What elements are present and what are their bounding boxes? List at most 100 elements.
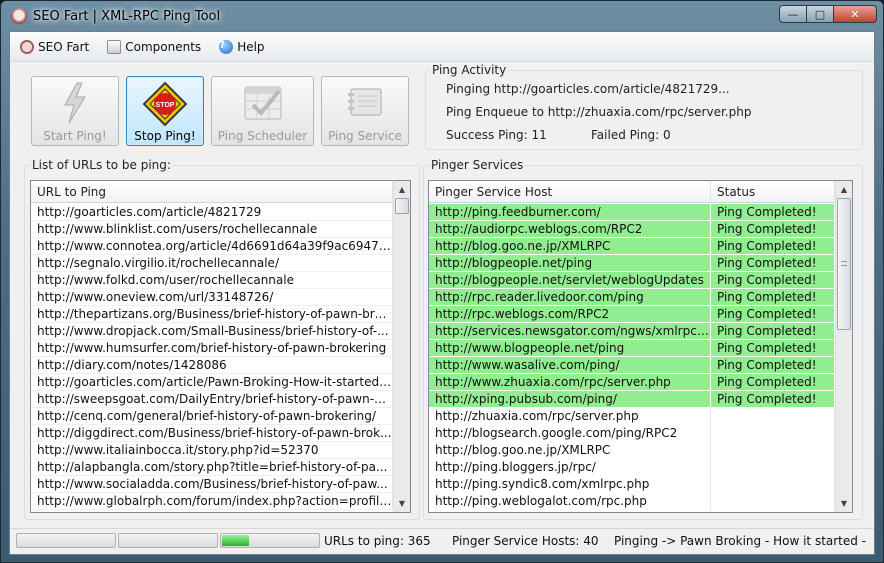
- column-status[interactable]: Status: [711, 181, 835, 202]
- service-row[interactable]: http://audiorpc.weblogs.com/RPC2 Ping Com…: [429, 221, 835, 238]
- service-row[interactable]: http://rpc.reader.livedoor.com/ping Ping …: [429, 289, 835, 306]
- scroll-up-arrow[interactable]: ▲: [836, 181, 852, 198]
- service-status-cell: Ping Completed!: [711, 357, 835, 374]
- service-status-cell: Ping Completed!: [711, 391, 835, 408]
- ping-scheduler-button[interactable]: Ping Scheduler: [211, 76, 314, 146]
- service-host-cell: http://ping.syndic8.com/xmlrpc.php: [429, 476, 711, 493]
- column-url-to-ping[interactable]: URL to Ping: [31, 181, 393, 202]
- close-button[interactable]: ✕: [833, 5, 877, 23]
- service-status-cell: [711, 476, 835, 493]
- url-row[interactable]: http://thepartizans.org/Business/brief-h…: [31, 306, 393, 323]
- url-list[interactable]: URL to Ping http://goarticles.com/articl…: [30, 180, 411, 513]
- service-row[interactable]: http://blogsearch.google.com/ping/RPC2: [429, 425, 835, 442]
- service-row[interactable]: http://www.blogpeople.net/ping Ping Compl…: [429, 340, 835, 357]
- pinger-service-list[interactable]: Pinger Service Host Status http://ping.f…: [428, 180, 853, 513]
- start-ping-button[interactable]: Start Ping!: [31, 76, 119, 146]
- url-cell: http://diary.com/notes/1428086: [31, 357, 393, 374]
- url-row[interactable]: http://diggdirect.com/Business/brief-his…: [31, 425, 393, 442]
- url-row[interactable]: http://segnalo.virgilio.it/rochellecanna…: [31, 255, 393, 272]
- url-row[interactable]: http://www.socialadda.com/Business/brief…: [31, 476, 393, 493]
- notebook-icon: [348, 88, 382, 116]
- stop-sign-icon: STOP: [142, 81, 188, 127]
- service-row[interactable]: http://zhuaxia.com/rpc/server.php: [429, 408, 835, 425]
- service-status-cell: Ping Completed!: [711, 221, 835, 238]
- service-list-header: Pinger Service Host Status: [429, 181, 835, 203]
- lightning-icon: [64, 82, 86, 124]
- scroll-down-arrow[interactable]: ▼: [394, 495, 410, 512]
- service-list-scrollbar[interactable]: ▲ ▼: [835, 181, 852, 512]
- pinger-hosts-count: Pinger Service Hosts: 40: [452, 534, 599, 548]
- url-row[interactable]: http://www.italiainbocca.it/story.php?id…: [31, 442, 393, 459]
- url-row[interactable]: http://www.globalrph.com/forum/index.php…: [31, 493, 393, 510]
- service-status-cell: [711, 442, 835, 459]
- stop-ping-button[interactable]: STOP Stop Ping!: [126, 76, 204, 146]
- url-row[interactable]: http://www.humsurfer.com/brief-history-o…: [31, 340, 393, 357]
- minimize-button[interactable]: —: [779, 5, 807, 23]
- window-title: SEO Fart | XML-RPC Ping Tool: [33, 8, 221, 24]
- service-host-cell: http://rpc.weblogs.com/RPC2: [429, 306, 711, 323]
- service-row[interactable]: http://ping.feedburner.com/Ping Complete…: [429, 204, 835, 221]
- url-row[interactable]: http://cenq.com/general/brief-history-of…: [31, 408, 393, 425]
- service-status-cell: Ping Completed!: [711, 340, 835, 357]
- service-host-cell: http://xping.pubsub.com/ping/: [429, 391, 711, 408]
- enqueue-text: Ping Enqueue to http://zhuaxia.com/rpc/s…: [446, 105, 752, 119]
- service-host-cell: http://rpc.reader.livedoor.com/ping: [429, 289, 711, 306]
- url-row[interactable]: http://alapbangla.com/story.php?title=br…: [31, 459, 393, 476]
- scroll-thumb[interactable]: [837, 198, 851, 330]
- column-service-host[interactable]: Pinger Service Host: [429, 181, 711, 202]
- url-row[interactable]: http://www.folkd.com/user/rochellecannal…: [31, 272, 393, 289]
- ping-service-button[interactable]: Ping Service: [321, 76, 409, 146]
- start-ping-label: Start Ping!: [43, 129, 107, 143]
- scroll-thumb[interactable]: [395, 198, 409, 214]
- service-row[interactable]: http://ping.weblogalot.com/rpc.php: [429, 493, 835, 510]
- service-row[interactable]: http://services.newsgator.com/ngws/xmlrp…: [429, 323, 835, 340]
- ping-activity-title: Ping Activity: [430, 63, 509, 77]
- url-cell: http://sweepsgoat.com/DailyEntry/brief-h…: [31, 391, 393, 408]
- url-cell: http://alapbangla.com/story.php?title=br…: [31, 459, 393, 476]
- url-row[interactable]: http://www.oneview.com/url/33148726/: [31, 289, 393, 306]
- url-list-body: http://goarticles.com/article/4821729 htt…: [31, 204, 393, 510]
- menu-components[interactable]: Components: [107, 39, 201, 54]
- menu-help[interactable]: ? Help: [219, 39, 265, 54]
- service-status-cell: Ping Completed!: [711, 272, 835, 289]
- url-row[interactable]: http://sweepsgoat.com/DailyEntry/brief-h…: [31, 391, 393, 408]
- service-host-cell: http://www.zhuaxia.com/rpc/server.php: [429, 374, 711, 391]
- service-host-cell: http://blogpeople.net/servlet/weblogUpda…: [429, 272, 711, 289]
- service-row[interactable]: http://www.zhuaxia.com/rpc/server.php Pin…: [429, 374, 835, 391]
- service-row[interactable]: http://blog.goo.ne.jp/XMLRPC Ping Complet…: [429, 238, 835, 255]
- app-window: SEO Fart | XML-RPC Ping Tool — □ ✕ SEO F…: [0, 0, 884, 563]
- service-status-cell: Ping Completed!: [711, 255, 835, 272]
- service-row[interactable]: http://blogpeople.net/servlet/weblogUpda…: [429, 272, 835, 289]
- url-row[interactable]: http://diary.com/notes/1428086: [31, 357, 393, 374]
- scroll-up-arrow[interactable]: ▲: [394, 181, 410, 198]
- url-row[interactable]: http://goarticles.com/article/Pawn-Broki…: [31, 374, 393, 391]
- service-host-cell: http://blogsearch.google.com/ping/RPC2: [429, 425, 711, 442]
- menu-label: Help: [237, 39, 265, 54]
- service-status-cell: Ping Completed!: [711, 289, 835, 306]
- scroll-down-arrow[interactable]: ▼: [836, 495, 852, 512]
- service-row[interactable]: http://blogpeople.net/ping Ping Completed…: [429, 255, 835, 272]
- progress-bar-3: [220, 533, 320, 548]
- ping-service-label: Ping Service: [328, 129, 402, 143]
- service-row[interactable]: http://rpc.weblogs.com/RPC2 Ping Complete…: [429, 306, 835, 323]
- maximize-button[interactable]: □: [806, 5, 834, 23]
- service-row[interactable]: http://blog.goo.ne.jp/XMLRPC: [429, 442, 835, 459]
- url-list-scrollbar[interactable]: ▲ ▼: [393, 181, 410, 512]
- service-status-cell: Ping Completed!: [711, 204, 835, 221]
- url-cell: http://www.connotea.org/article/4d6691d6…: [31, 238, 393, 255]
- service-row[interactable]: http://ping.syndic8.com/xmlrpc.php: [429, 476, 835, 493]
- title-bar[interactable]: SEO Fart | XML-RPC Ping Tool — □ ✕: [1, 1, 883, 31]
- progress-bar-2: [118, 533, 218, 548]
- url-row[interactable]: http://www.dropjack.com/Small-Business/b…: [31, 323, 393, 340]
- url-row[interactable]: http://goarticles.com/article/4821729: [31, 204, 393, 221]
- url-row[interactable]: http://www.connotea.org/article/4d6691d6…: [31, 238, 393, 255]
- client-area: SEO Fart Components ? Help Start Ping! S…: [9, 31, 875, 555]
- service-row[interactable]: http://ping.bloggers.jp/rpc/: [429, 459, 835, 476]
- service-row[interactable]: http://www.wasalive.com/ping/Ping Comple…: [429, 357, 835, 374]
- service-host-cell: http://ping.feedburner.com/: [429, 204, 711, 221]
- seo-fart-icon: [20, 39, 34, 54]
- url-row[interactable]: http://www.blinklist.com/users/rochellec…: [31, 221, 393, 238]
- current-ping-status: Pinging -> Pawn Broking - How it started…: [614, 534, 870, 548]
- service-row[interactable]: http://xping.pubsub.com/ping/Ping Comple…: [429, 391, 835, 408]
- menu-seo-fart[interactable]: SEO Fart: [20, 39, 89, 54]
